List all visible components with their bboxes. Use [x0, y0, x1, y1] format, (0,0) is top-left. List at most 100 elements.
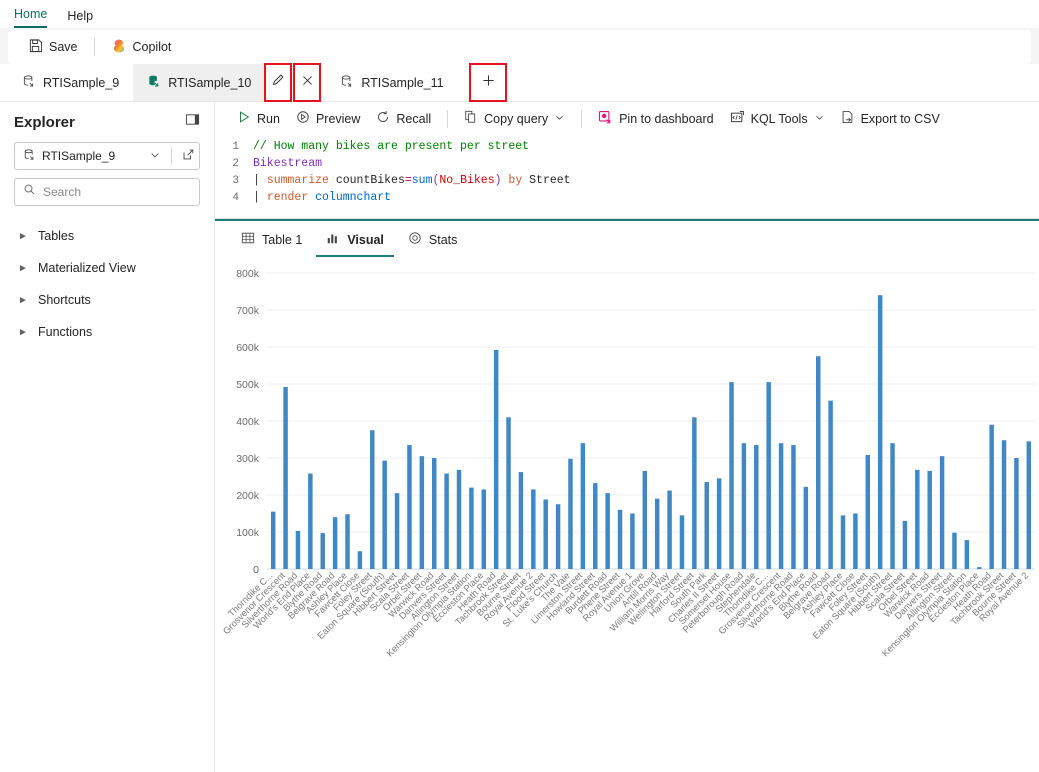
- chart-bar[interactable]: [840, 515, 846, 569]
- ribbon-tab-help[interactable]: Help: [67, 9, 93, 28]
- tab-stats[interactable]: Stats: [398, 223, 468, 257]
- chart-bar[interactable]: [332, 517, 338, 569]
- chart-bar[interactable]: [704, 482, 709, 569]
- collapse-panel-icon[interactable]: [185, 112, 200, 132]
- chart-bar[interactable]: [1014, 458, 1019, 569]
- chart-bar[interactable]: [642, 470, 648, 569]
- line-number: 4: [232, 191, 239, 204]
- copilot-button[interactable]: Copilot: [103, 34, 180, 61]
- chart-bar[interactable]: [989, 424, 994, 569]
- search-input[interactable]: [43, 185, 191, 199]
- chart-bar[interactable]: [518, 472, 524, 569]
- chart-bar[interactable]: [431, 458, 437, 569]
- chart-bar[interactable]: [320, 533, 325, 569]
- chart-bar[interactable]: [456, 469, 462, 569]
- chart-bar[interactable]: [1001, 440, 1007, 569]
- tab-rtisample-11[interactable]: RTISample_11: [326, 64, 457, 101]
- chart-bar[interactable]: [270, 511, 276, 569]
- chart-bar[interactable]: [766, 382, 771, 569]
- ribbon-tab-home[interactable]: Home: [14, 7, 48, 28]
- chart-bar[interactable]: [927, 470, 932, 569]
- tab-rtisample-9[interactable]: RTISample_9: [8, 64, 133, 101]
- chart-bar[interactable]: [915, 469, 920, 569]
- chart-bar[interactable]: [791, 445, 796, 569]
- chart-bar[interactable]: [555, 504, 561, 569]
- chart-bar[interactable]: [308, 473, 313, 569]
- run-label: Run: [257, 111, 280, 126]
- tab-visual[interactable]: Visual: [316, 223, 394, 257]
- column-chart[interactable]: 0 100k 200k 300k 400k 500k 600k 700k 800k Thorndi…: [215, 259, 1039, 772]
- tab-table-1[interactable]: Table 1: [231, 223, 312, 257]
- chart-bar[interactable]: [568, 458, 573, 569]
- chart-bar[interactable]: [964, 540, 970, 569]
- sidebar-item-shortcuts[interactable]: ► Shortcuts: [14, 284, 200, 316]
- chart-bar[interactable]: [754, 445, 759, 569]
- chart-bar[interactable]: [729, 382, 734, 569]
- chart-bar[interactable]: [543, 499, 548, 569]
- chart-bar[interactable]: [890, 443, 895, 569]
- sidebar-item-tables[interactable]: ► Tables: [14, 220, 200, 252]
- export-to-csv-button[interactable]: Export to CSV: [833, 106, 948, 131]
- chart-bar[interactable]: [865, 455, 871, 569]
- chart-bar[interactable]: [357, 551, 363, 569]
- chart-bar[interactable]: [692, 417, 697, 569]
- chevron-down-icon[interactable]: [149, 149, 161, 164]
- chart-bar[interactable]: [593, 483, 598, 569]
- explorer-title: Explorer: [14, 113, 75, 131]
- open-in-new-icon[interactable]: [182, 148, 195, 164]
- chart-bar[interactable]: [977, 567, 982, 569]
- chart-bar[interactable]: [654, 498, 660, 569]
- chart-bar[interactable]: [853, 513, 858, 570]
- chart-bar[interactable]: [345, 514, 350, 569]
- chart-bar[interactable]: [481, 489, 487, 569]
- chart-bar[interactable]: [469, 487, 474, 569]
- chart-bar[interactable]: [394, 493, 400, 569]
- chart-bar[interactable]: [815, 356, 821, 569]
- chart-bar[interactable]: [283, 386, 288, 569]
- chart-bar[interactable]: [370, 430, 375, 569]
- copy-query-button[interactable]: Copy query: [456, 106, 573, 131]
- chart-bar[interactable]: [506, 417, 511, 569]
- chart-bar[interactable]: [493, 349, 499, 569]
- chart-bar[interactable]: [407, 445, 412, 569]
- close-tab-button[interactable]: [293, 63, 322, 102]
- chart-bar[interactable]: [877, 295, 883, 569]
- chart-bar[interactable]: [902, 520, 908, 569]
- chart-bar[interactable]: [952, 532, 957, 569]
- chart-bar[interactable]: [382, 460, 387, 569]
- sidebar-item-functions[interactable]: ► Functions: [14, 316, 200, 348]
- chart-bar[interactable]: [667, 490, 672, 569]
- add-tab-button[interactable]: [468, 63, 507, 102]
- database-selector[interactable]: RTISample_9: [14, 142, 200, 170]
- chart-bar[interactable]: [617, 509, 623, 569]
- sidebar-item-materialized-view[interactable]: ► Materialized View: [14, 252, 200, 284]
- run-button[interactable]: Run: [229, 106, 288, 131]
- chart-bar[interactable]: [295, 530, 301, 569]
- chevron-down-icon[interactable]: [814, 112, 825, 126]
- chart-bar[interactable]: [939, 456, 945, 569]
- preview-button[interactable]: Preview: [288, 106, 368, 131]
- edit-tab-button[interactable]: [264, 63, 293, 102]
- chart-bar[interactable]: [741, 443, 747, 569]
- chart-bar[interactable]: [605, 493, 610, 569]
- chart-bar[interactable]: [828, 400, 833, 569]
- explorer-search-box[interactable]: [14, 178, 200, 206]
- save-button[interactable]: Save: [20, 34, 86, 60]
- chart-bar[interactable]: [444, 473, 449, 569]
- chevron-down-icon[interactable]: [554, 112, 565, 126]
- tab-rtisample-10[interactable]: RTISample_10: [133, 64, 266, 101]
- chart-bar[interactable]: [778, 443, 784, 569]
- chart-bar[interactable]: [419, 456, 425, 569]
- kql-tools-button[interactable]: KQL Tools: [722, 106, 833, 132]
- chart-bar[interactable]: [716, 478, 722, 569]
- pin-to-dashboard-button[interactable]: Pin to dashboard: [590, 106, 722, 132]
- chart-bar[interactable]: [803, 486, 809, 569]
- kql-code-editor[interactable]: 1 // How many bikes are present per stre…: [215, 136, 1039, 219]
- y-axis-tick-label: 800k: [236, 268, 260, 280]
- chart-bar[interactable]: [679, 515, 685, 569]
- recall-button[interactable]: Recall: [368, 106, 439, 131]
- chart-bar[interactable]: [531, 489, 536, 569]
- chart-bar[interactable]: [630, 513, 635, 570]
- chart-bar[interactable]: [580, 443, 586, 569]
- chart-bar[interactable]: [1026, 441, 1032, 569]
